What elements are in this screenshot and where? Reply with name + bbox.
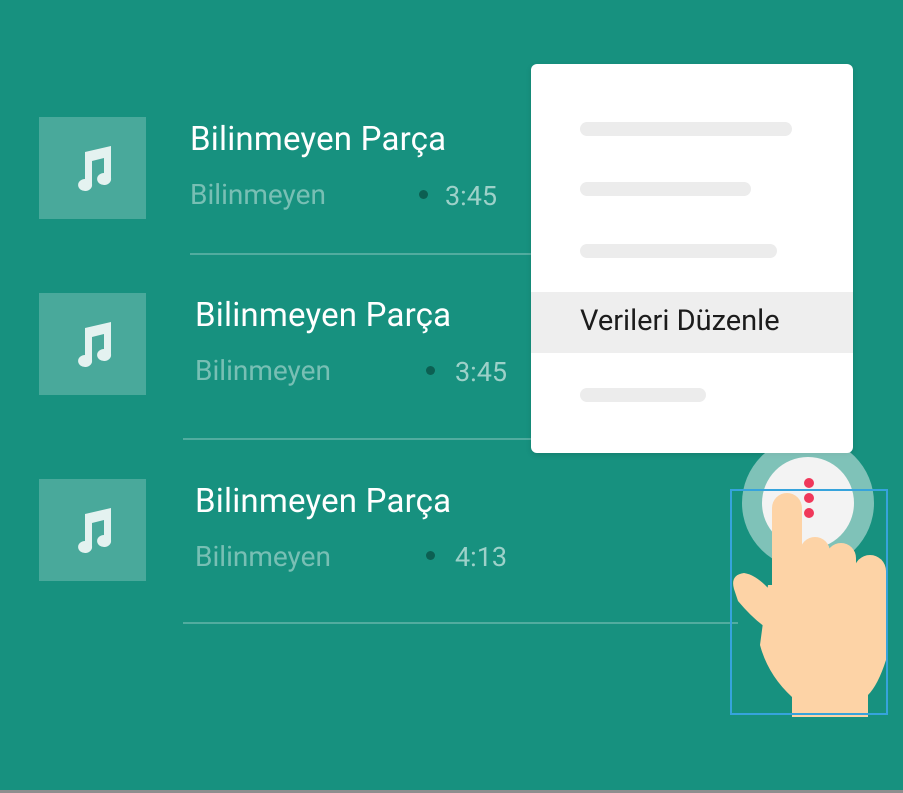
touch-target-outline bbox=[730, 489, 888, 715]
music-note-icon bbox=[77, 508, 111, 553]
music-note-icon bbox=[77, 322, 111, 367]
track-artist: Bilinmeyen bbox=[190, 178, 326, 211]
menu-item-placeholder[interactable] bbox=[580, 182, 751, 196]
separator-dot bbox=[419, 190, 428, 199]
track-artist: Bilinmeyen bbox=[195, 540, 331, 573]
list-divider bbox=[183, 622, 738, 624]
album-art bbox=[39, 293, 146, 395]
list-divider bbox=[190, 253, 535, 255]
track-title: Bilinmeyen Parça bbox=[195, 296, 452, 335]
list-divider bbox=[183, 438, 533, 440]
album-art bbox=[39, 479, 146, 581]
track-duration: 4:13 bbox=[455, 541, 508, 573]
separator-dot bbox=[426, 366, 435, 375]
track-title: Bilinmeyen Parça bbox=[190, 120, 447, 159]
menu-item-placeholder[interactable] bbox=[580, 388, 706, 402]
menu-item-placeholder[interactable] bbox=[580, 122, 792, 136]
music-screen: Bilinmeyen Parça Bilinmeyen 3:45 Bilinme… bbox=[0, 0, 903, 790]
track-duration: 3:45 bbox=[445, 180, 498, 212]
separator-dot bbox=[426, 551, 435, 560]
music-note-icon bbox=[77, 146, 111, 191]
menu-item-edit-data[interactable]: Verileri Düzenle bbox=[531, 292, 853, 353]
track-artist: Bilinmeyen bbox=[195, 354, 331, 387]
context-menu: Verileri Düzenle bbox=[531, 64, 853, 453]
menu-item-placeholder[interactable] bbox=[580, 244, 777, 258]
menu-item-label: Verileri Düzenle bbox=[580, 304, 780, 338]
album-art bbox=[39, 117, 146, 219]
track-title: Bilinmeyen Parça bbox=[195, 482, 452, 521]
track-duration: 3:45 bbox=[455, 356, 508, 388]
